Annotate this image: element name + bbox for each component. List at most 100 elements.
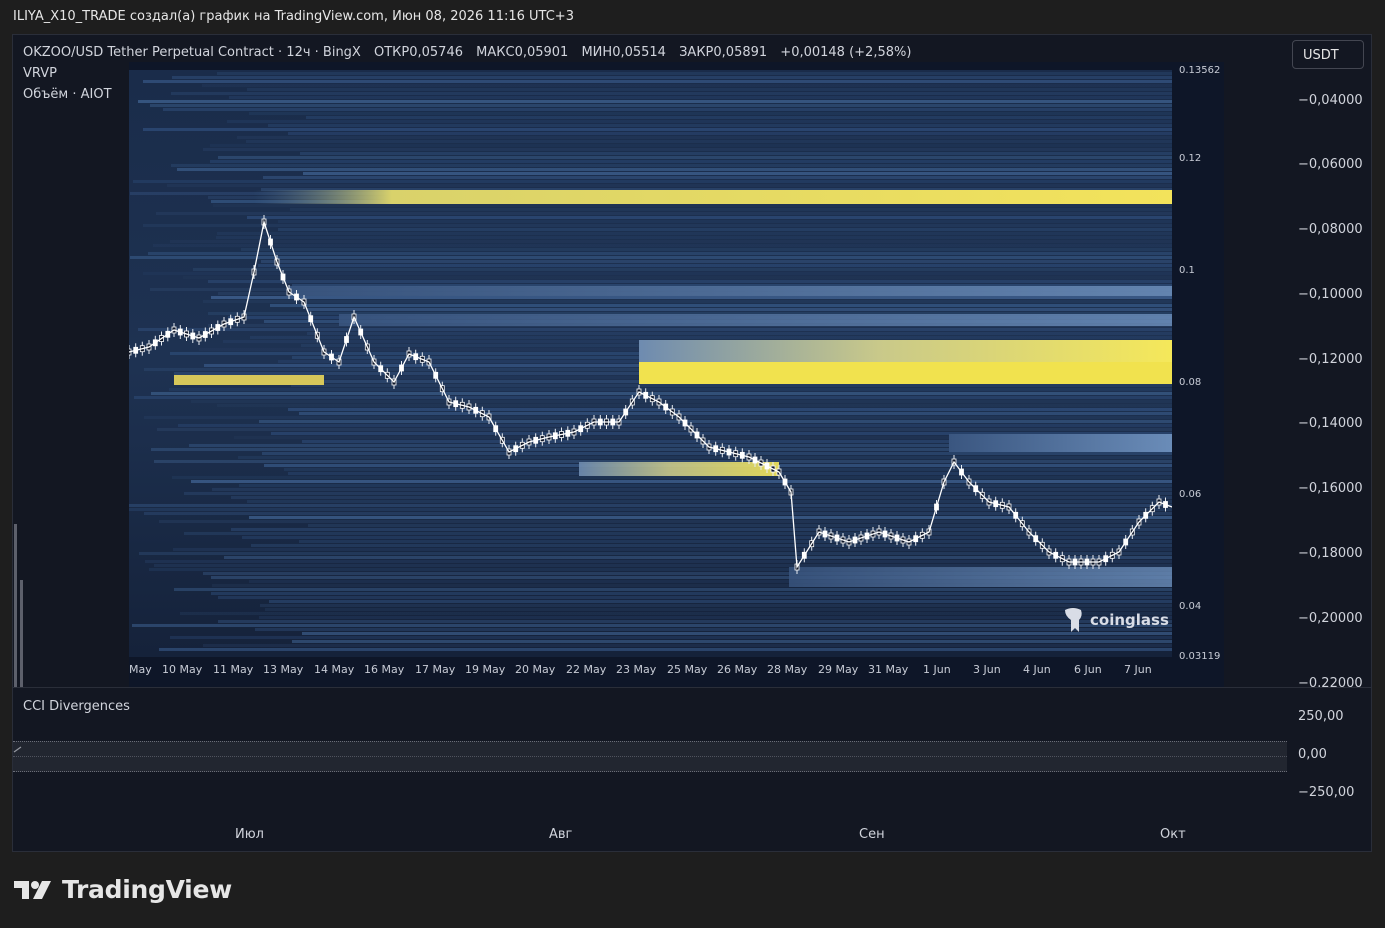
heatmap-band <box>218 156 1172 159</box>
date-label: 23 May <box>616 663 657 676</box>
symbol-legend[interactable]: OKZOO/USD Tether Perpetual Contract · 12… <box>23 45 911 60</box>
heatmap-band-high <box>639 340 1172 362</box>
heatmap-band <box>183 276 1172 279</box>
heatmap-band <box>159 648 1172 651</box>
heatmap-band <box>203 300 1172 303</box>
heatmap-band <box>247 216 1172 219</box>
date-label: 26 May <box>717 663 758 676</box>
heatmap-band <box>212 488 1172 491</box>
coinglass-label: coinglass <box>1090 611 1169 629</box>
heatmap-axis-label: 0.04 <box>1179 601 1201 612</box>
tradingview-logo-text: TradingView <box>62 875 232 904</box>
indicator-vrvp[interactable]: VRVP <box>23 66 57 81</box>
heatmap-band <box>247 500 1172 503</box>
cci-line <box>13 746 22 753</box>
heatmap-band-high <box>174 375 324 385</box>
cci-axis-label: 250,00 <box>1298 709 1344 724</box>
heatmap-band <box>143 272 1172 275</box>
heatmap-band-high <box>339 314 1172 326</box>
heatmap-band <box>217 72 1172 75</box>
heatmap-band <box>259 616 1172 619</box>
heatmap-band <box>143 224 1172 227</box>
price-axis-label: −0,12000 <box>1298 352 1363 367</box>
heatmap-band <box>263 176 1172 179</box>
heatmap-band <box>210 160 1172 163</box>
heatmap-band <box>302 632 1172 635</box>
heatmap-svg: 0.13562 0.12 0.1 0.08 0.06 0.04 0.03119 … <box>129 62 1224 687</box>
heatmap-band <box>224 556 1172 559</box>
time-axis-label: Сен <box>859 827 885 842</box>
heatmap-band <box>143 128 1172 131</box>
heatmap-band <box>217 404 1172 407</box>
heatmap-band-high <box>579 462 779 476</box>
heatmap-band <box>231 496 1172 499</box>
volume-bar <box>14 524 17 687</box>
heatmap-band <box>307 308 1172 311</box>
heatmap-band <box>249 516 1172 519</box>
date-label: May <box>129 663 152 676</box>
heatmap-band <box>242 536 1172 539</box>
heatmap-band <box>170 636 1172 639</box>
price-axis-label: −0,22000 <box>1298 676 1363 687</box>
date-label: 31 May <box>868 663 909 676</box>
heatmap-band <box>270 304 1172 307</box>
symbol-title[interactable]: OKZOO/USD Tether Perpetual Contract · 12… <box>23 45 361 60</box>
price-axis-label: −0,18000 <box>1298 546 1363 561</box>
time-axis-label: Авг <box>549 827 573 842</box>
heatmap-band <box>191 400 1172 403</box>
heatmap-band <box>170 240 1172 243</box>
heatmap-band <box>238 456 1172 459</box>
date-label: 6 Jun <box>1074 663 1102 676</box>
heatmap-axis-label: 0.08 <box>1179 377 1201 388</box>
indicator-volume[interactable]: Объём · AIOT <box>23 87 112 102</box>
heatmap-band <box>258 264 1172 267</box>
heatmap-band <box>178 424 1172 427</box>
date-label: 17 May <box>415 663 456 676</box>
heatmap-band <box>144 416 1172 419</box>
heatmap-band <box>172 476 1172 479</box>
liquidation-heatmap-image[interactable]: 0.13562 0.12 0.1 0.08 0.06 0.04 0.03119 … <box>129 62 1224 687</box>
cci-title[interactable]: CCI Divergences <box>23 699 130 714</box>
heatmap-band-high <box>949 434 1172 452</box>
heatmap-band <box>143 80 1172 83</box>
heatmap-band-high <box>289 286 1172 296</box>
heatmap-band <box>211 592 1172 595</box>
heatmap-axis-label: 0.03119 <box>1179 651 1220 662</box>
heatmap-band <box>300 152 1172 155</box>
heatmap-band <box>129 504 1172 507</box>
heatmap-band <box>133 180 1172 183</box>
heatmap-band <box>227 120 1172 123</box>
heatmap-band-high <box>254 190 1172 204</box>
cci-axis-label: 0,00 <box>1298 747 1327 762</box>
date-label: 13 May <box>263 663 304 676</box>
pane-separator[interactable] <box>13 687 1371 688</box>
heatmap-band <box>218 620 1172 623</box>
time-axis-label: Окт <box>1160 827 1186 842</box>
heatmap-band <box>306 116 1172 119</box>
heatmap-band <box>184 532 1172 535</box>
cci-zero-line <box>13 756 1287 757</box>
heatmap-band <box>167 184 1172 187</box>
date-label: 1 Jun <box>923 663 951 676</box>
date-label: 20 May <box>515 663 556 676</box>
heatmap-band <box>237 136 1172 139</box>
heatmap-band <box>156 212 1172 215</box>
heatmap-band <box>173 548 1172 551</box>
heatmap-band <box>172 76 1172 79</box>
heatmap-band <box>259 420 1172 423</box>
heatmap-band <box>249 112 1172 115</box>
heatmap-band <box>148 252 1172 255</box>
heatmap-band <box>269 600 1172 603</box>
currency-button[interactable]: USDT <box>1292 40 1364 69</box>
date-label: 28 May <box>767 663 808 676</box>
heatmap-band <box>303 172 1172 175</box>
tradingview-logo[interactable]: TradingView <box>14 875 232 904</box>
ohlc-open: ОТКР0,05746 <box>373 45 463 60</box>
date-label: 16 May <box>364 663 405 676</box>
heatmap-band <box>193 268 1172 271</box>
date-label: 7 Jun <box>1124 663 1152 676</box>
heatmap-date-labels: May 10 May 11 May 13 May 14 May 16 May 1… <box>129 663 1152 676</box>
author-line: ILIYA_X10_TRADE создал(а) график на Trad… <box>13 9 574 24</box>
heatmap-band <box>177 168 1172 171</box>
heatmap-band <box>278 228 1172 231</box>
